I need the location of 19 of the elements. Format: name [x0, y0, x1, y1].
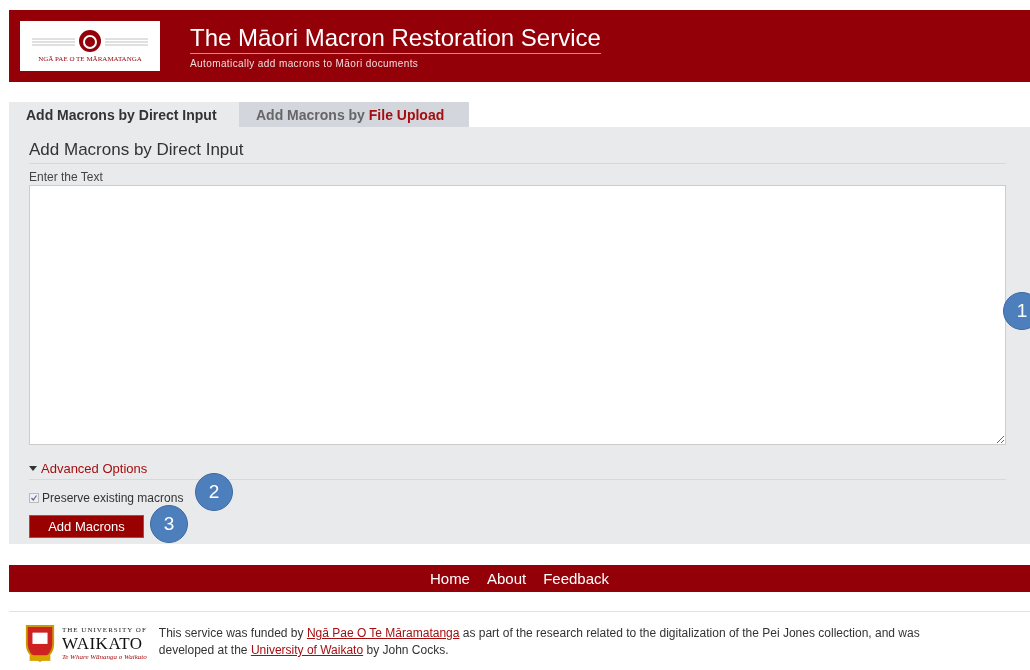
advanced-options-link[interactable]: Advanced Options [29, 461, 148, 476]
footer-link[interactable]: University of Waikato [250, 643, 364, 657]
nav-link[interactable]: About [486, 570, 527, 587]
university-name: WAIKATO [62, 633, 144, 653]
text-input-field[interactable] [29, 185, 1006, 445]
site-title: The Māori Macron Restoration Service [190, 23, 601, 54]
tab[interactable]: Add Macrons by Direct Input [9, 102, 239, 127]
field-label: Enter the Text [29, 170, 104, 184]
checkbox-label: Preserve existing macrons [42, 491, 184, 505]
site-subtitle: Automatically add macrons to Māori documents [190, 57, 420, 69]
credit-text: This service was funded by Ngā Pae O Te Māramatanga as part of the research related to the digitalization of the Pei Jones collection, and was developed at the University of Waikato by John Cocks. [158, 625, 921, 659]
tab[interactable]: Add Macrons by File Upload [239, 102, 469, 127]
crest-icon [24, 622, 56, 664]
panel-heading: Add Macrons by Direct Input [29, 140, 1006, 164]
nav-link[interactable]: Home [429, 570, 470, 587]
checkbox[interactable] [29, 493, 39, 503]
nav-link[interactable]: Feedback [543, 570, 610, 587]
footer-link[interactable]: Ngā Pae O Te Māramatanga [306, 626, 460, 640]
add-macrons-button[interactable]: Add Macrons [29, 515, 144, 538]
